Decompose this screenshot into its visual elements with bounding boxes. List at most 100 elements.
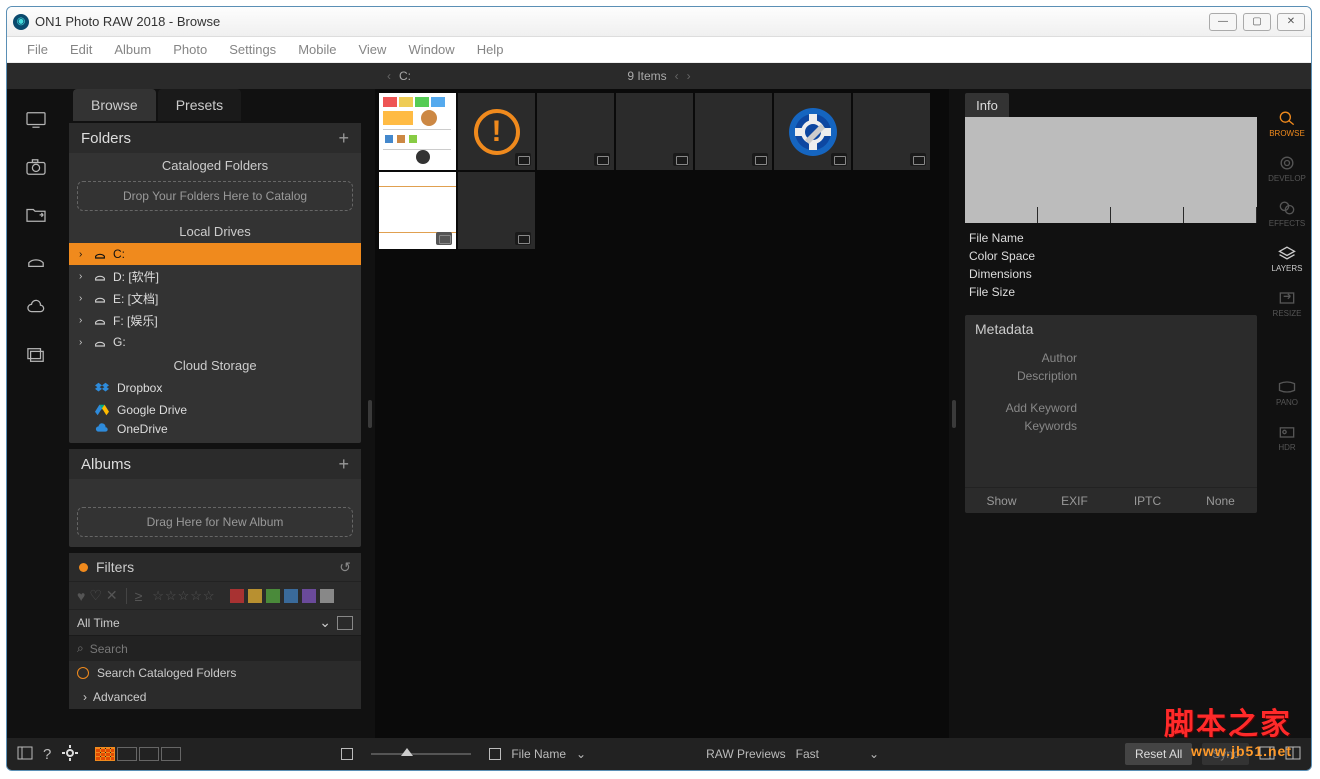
nav-prev-icon[interactable]: ‹ [675, 69, 679, 83]
menu-edit[interactable]: Edit [60, 39, 102, 60]
drive-c[interactable]: ›C: [69, 243, 361, 265]
heart-outline-icon[interactable]: ♡ [89, 587, 102, 604]
thumb-6[interactable] [774, 93, 851, 170]
heart-fill-icon[interactable]: ♥ [77, 588, 85, 604]
meta-author: Author [965, 349, 1257, 367]
add-album-icon[interactable]: + [338, 454, 349, 475]
panel-toggle-right-icon[interactable] [1259, 746, 1275, 763]
catalog-drop-zone[interactable]: Drop Your Folders Here to Catalog [77, 181, 353, 211]
add-folder-icon[interactable]: + [338, 128, 349, 149]
drive-d[interactable]: ›D: [软件] [69, 265, 361, 287]
thumb-3[interactable] [537, 93, 614, 170]
tab-presets[interactable]: Presets [158, 89, 241, 121]
dual-panel-icon[interactable] [1285, 746, 1301, 763]
breadcrumb-back-icon[interactable]: ‹ [387, 69, 391, 83]
calendar-icon[interactable] [337, 616, 353, 630]
drive-f[interactable]: ›F: [娱乐] [69, 309, 361, 331]
advanced-row[interactable]: › Advanced [69, 685, 361, 709]
thumb-4[interactable] [616, 93, 693, 170]
album-drop-zone[interactable]: Drag Here for New Album [77, 507, 353, 537]
rail-pano[interactable]: PANO [1263, 372, 1311, 413]
gte-icon[interactable]: ≥ [135, 588, 143, 604]
left-resize-handle[interactable] [365, 89, 375, 738]
cloud-onedrive[interactable]: OneDrive [69, 421, 361, 443]
drive-g[interactable]: ›G: [69, 331, 361, 353]
info-tab[interactable]: Info [965, 93, 1009, 117]
cloud-dropbox[interactable]: Dropbox [69, 377, 361, 399]
color-purple[interactable] [302, 589, 316, 603]
color-yellow[interactable] [248, 589, 262, 603]
nav-next-icon[interactable]: › [687, 69, 691, 83]
meta-tab-exif[interactable]: EXIF [1038, 488, 1111, 513]
rail-browse[interactable]: BROWSE [1263, 103, 1311, 144]
menu-window[interactable]: Window [398, 39, 464, 60]
thumb-2[interactable]: ! [458, 93, 535, 170]
filters-header[interactable]: Filters ↺ [69, 553, 361, 581]
right-resize-handle[interactable] [949, 89, 959, 738]
thumb-5[interactable] [695, 93, 772, 170]
color-blue[interactable] [284, 589, 298, 603]
star-rating[interactable]: ☆☆☆☆☆ [152, 588, 215, 604]
camera-icon[interactable] [25, 158, 47, 181]
raw-previews-value[interactable]: Fast [796, 747, 819, 761]
rail-develop[interactable]: DEVELOP [1263, 148, 1311, 189]
panel-toggle-icon[interactable] [17, 746, 33, 763]
folders-header[interactable]: Folders + [69, 123, 361, 153]
help-icon[interactable]: ? [43, 746, 51, 763]
rail-hdr[interactable]: HDR [1263, 417, 1311, 458]
breadcrumb-path[interactable]: C: [399, 69, 411, 83]
menu-help[interactable]: Help [467, 39, 514, 60]
sort-label[interactable]: File Name [511, 747, 566, 761]
chevron-down-icon[interactable]: ⌄ [869, 747, 879, 761]
thumb-size-slider[interactable] [371, 753, 471, 755]
meta-tab-show[interactable]: Show [965, 488, 1038, 513]
time-filter[interactable]: All Time ⌄ [69, 609, 361, 635]
detail-view-icon[interactable] [117, 747, 137, 761]
meta-tab-iptc[interactable]: IPTC [1111, 488, 1184, 513]
grid-view-icon[interactable] [95, 747, 115, 761]
fit-icon[interactable] [341, 748, 353, 760]
metadata-header[interactable]: Metadata [965, 315, 1257, 343]
thumb-1[interactable] [379, 93, 456, 170]
monitor-icon[interactable] [25, 111, 47, 134]
menu-file[interactable]: File [17, 39, 58, 60]
gear-icon[interactable] [61, 744, 79, 765]
color-red[interactable] [230, 589, 244, 603]
stack-icon[interactable] [25, 346, 47, 369]
reset-all-button[interactable]: Reset All [1125, 743, 1192, 765]
chevron-down-icon[interactable]: ⌄ [576, 747, 586, 761]
filmstrip-view-icon[interactable] [139, 747, 159, 761]
minimize-button[interactable]: — [1209, 13, 1237, 31]
maximize-button[interactable]: ▢ [1243, 13, 1271, 31]
folder-arrow-icon[interactable] [25, 205, 47, 228]
rail-resize[interactable]: RESIZE [1263, 283, 1311, 324]
meta-add-keyword[interactable]: Add Keyword [965, 399, 1257, 417]
color-green[interactable] [266, 589, 280, 603]
drive-e[interactable]: ›E: [文档] [69, 287, 361, 309]
cloud-icon[interactable] [25, 299, 47, 322]
thumb-8[interactable] [379, 172, 456, 249]
search-cataloged-row[interactable]: Search Cataloged Folders [69, 661, 361, 685]
thumb-7[interactable] [853, 93, 930, 170]
color-gray[interactable] [320, 589, 334, 603]
rail-layers[interactable]: LAYERS [1263, 238, 1311, 279]
x-icon[interactable]: ✕ [106, 587, 118, 604]
filters-reset-icon[interactable]: ↺ [339, 559, 351, 576]
albums-header[interactable]: Albums + [69, 449, 361, 479]
tab-browse[interactable]: Browse [73, 89, 156, 121]
sync-button[interactable]: Sync [1202, 743, 1249, 765]
menu-mobile[interactable]: Mobile [288, 39, 346, 60]
thumb-9[interactable] [458, 172, 535, 249]
menu-view[interactable]: View [348, 39, 396, 60]
close-button[interactable]: ✕ [1277, 13, 1305, 31]
rail-effects[interactable]: EFFECTS [1263, 193, 1311, 234]
sort-checkbox[interactable] [489, 748, 501, 760]
drive-icon[interactable] [25, 252, 47, 275]
menu-photo[interactable]: Photo [163, 39, 217, 60]
menu-settings[interactable]: Settings [219, 39, 286, 60]
menu-album[interactable]: Album [104, 39, 161, 60]
search-row[interactable]: ⌕ Search [69, 635, 361, 661]
compare-view-icon[interactable] [161, 747, 181, 761]
meta-tab-none[interactable]: None [1184, 488, 1257, 513]
cloud-google-drive[interactable]: Google Drive [69, 399, 361, 421]
